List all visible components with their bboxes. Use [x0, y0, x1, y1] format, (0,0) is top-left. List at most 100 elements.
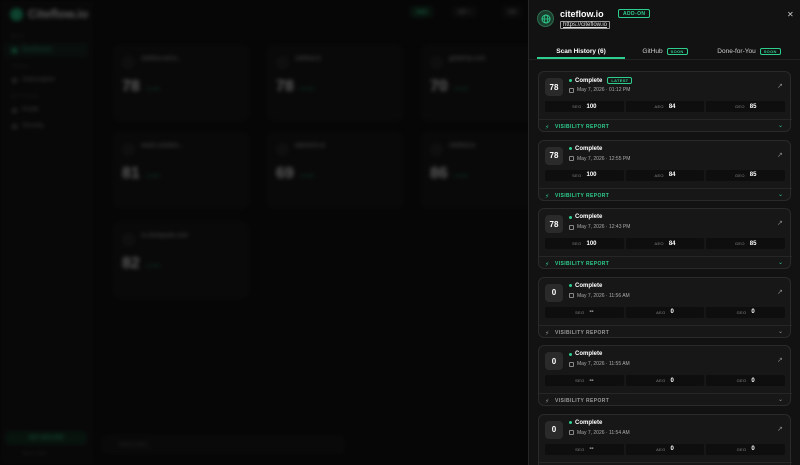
latest-badge: LATEST — [607, 77, 633, 84]
open-arrow-icon[interactable]: ↗ — [777, 82, 783, 90]
scan-metrics: SEO 100 AEO 84 GEO 85 — [545, 169, 786, 181]
scan-card[interactable]: 0 Complete May 7, 2026 · 11:54 AM ↗ SEO -… — [538, 413, 792, 465]
scan-card[interactable]: 0 Complete May 7, 2026 · 11:56 AM ↗ SEO -… — [538, 276, 792, 339]
visibility-report-toggle[interactable]: ⚡ VISIBILITY REPORT ⌄ — [539, 393, 792, 407]
site-url-link[interactable]: https://citeflow.io — [560, 21, 611, 29]
scan-score: 78 — [545, 78, 563, 96]
status-dot-icon — [569, 79, 572, 82]
scan-metrics: SEO -- AEO 0 GEO 0 — [545, 443, 786, 455]
visibility-report-toggle[interactable]: ⚡ VISIBILITY REPORT ⌄ — [539, 461, 792, 465]
metric-label: GEO — [736, 446, 747, 452]
open-arrow-icon[interactable]: ↗ — [777, 219, 783, 227]
tab-scan-history[interactable]: Scan History (6) — [537, 44, 625, 59]
status-text: Complete — [575, 214, 603, 220]
scan-card[interactable]: 78 Complete May 7, 2026 · 12:43 PM ↗ SEO… — [538, 208, 792, 270]
modal-backdrop[interactable] — [0, 0, 528, 465]
metric-value: -- — [589, 377, 594, 384]
visibility-report-label: VISIBILITY REPORT — [555, 261, 610, 267]
visibility-report-toggle[interactable]: ⚡ VISIBILITY REPORT ⌄ — [539, 324, 792, 339]
metric-value: 0 — [670, 446, 674, 452]
scan-status: Complete LATEST — [569, 77, 633, 84]
metric-seo: SEO 100 — [545, 101, 624, 112]
metric-label: AEO — [654, 172, 664, 178]
metric-seo: SEO 100 — [545, 238, 624, 249]
scan-score: 0 — [545, 283, 563, 302]
scan-date: May 7, 2026 · 12:55 PM — [569, 156, 630, 162]
status-dot-icon — [569, 215, 572, 219]
visibility-report-toggle[interactable]: ⚡ VISIBILITY REPORT ⌄ — [539, 187, 792, 202]
metric-label: AEO — [656, 309, 666, 315]
status-dot-icon — [569, 352, 572, 356]
tab-github[interactable]: GitHub SOON — [625, 44, 705, 59]
open-arrow-icon[interactable]: ↗ — [777, 356, 783, 364]
metric-value: -- — [589, 446, 594, 452]
metric-geo: GEO 85 — [706, 238, 786, 249]
calendar-icon — [569, 430, 574, 435]
scan-status: Complete — [569, 351, 602, 357]
addon-badge: ADD-ON — [618, 9, 651, 18]
metric-aeo: AEO 0 — [625, 375, 705, 386]
scan-card[interactable]: 0 Complete May 7, 2026 · 11:55 AM ↗ SEO -… — [538, 345, 792, 407]
open-arrow-icon[interactable]: ↗ — [777, 151, 783, 159]
scan-score: 0 — [545, 352, 563, 370]
metric-label: SEO — [575, 378, 585, 383]
sparkle-icon: ⚡ — [545, 125, 550, 131]
panel-tabs: Scan History (6) GitHub SOON Done-for-Yo… — [537, 44, 793, 59]
metric-value: 0 — [751, 377, 755, 384]
metric-value: 85 — [749, 240, 757, 247]
tabs-divider — [529, 59, 800, 60]
scan-score: 0 — [545, 420, 563, 439]
sparkle-icon: ⚡ — [545, 262, 550, 268]
site-name: citeflow.io — [560, 9, 604, 19]
scan-score: 78 — [545, 215, 563, 233]
scan-date: May 7, 2026 · 11:54 AM — [569, 430, 630, 436]
scan-card[interactable]: 78 Complete LATEST May 7, 2026 · 01:12 P… — [538, 71, 792, 133]
metric-seo: SEO 100 — [545, 169, 624, 181]
date-text: May 7, 2026 · 12:43 PM — [577, 224, 631, 230]
metric-label: SEO — [575, 446, 585, 452]
metric-geo: GEO 85 — [706, 101, 786, 112]
close-icon[interactable]: ✕ — [787, 10, 794, 19]
scan-status: Complete — [569, 283, 602, 289]
metric-value: 100 — [586, 103, 597, 110]
open-arrow-icon[interactable]: ↗ — [777, 425, 783, 433]
metric-geo: GEO 0 — [706, 375, 786, 386]
visibility-report-toggle[interactable]: ⚡ VISIBILITY REPORT ⌄ — [539, 256, 792, 270]
chevron-down-icon: ⌄ — [778, 191, 784, 198]
metric-value: 84 — [668, 240, 676, 247]
metric-label: SEO — [575, 309, 585, 315]
scan-card[interactable]: 78 Complete May 7, 2026 · 12:55 PM ↗ SEO… — [538, 139, 792, 202]
status-text: Complete — [575, 145, 603, 152]
visibility-report-toggle[interactable]: ⚡ VISIBILITY REPORT ⌄ — [539, 119, 792, 133]
open-arrow-icon[interactable]: ↗ — [777, 288, 783, 296]
metric-label: AEO — [656, 378, 666, 383]
visibility-report-label: VISIBILITY REPORT — [555, 124, 610, 130]
status-dot-icon — [569, 284, 572, 287]
metric-geo: GEO 85 — [706, 169, 786, 181]
metric-label: SEO — [572, 241, 582, 246]
sparkle-icon: ⚡ — [545, 399, 550, 405]
calendar-icon — [569, 87, 574, 93]
date-text: May 7, 2026 · 11:56 AM — [577, 292, 630, 299]
status-text: Complete — [575, 282, 603, 289]
metric-geo: GEO 0 — [706, 443, 786, 455]
metric-value: 100 — [586, 172, 597, 178]
metric-value: 0 — [670, 377, 674, 384]
date-text: May 7, 2026 · 11:54 AM — [577, 429, 630, 436]
metric-value: 85 — [749, 172, 757, 178]
tab-label: GitHub — [642, 48, 663, 55]
metric-label: GEO — [734, 104, 745, 109]
scan-date: May 7, 2026 · 01:12 PM — [569, 87, 630, 93]
scan-metrics: SEO 100 AEO 84 GEO 85 — [545, 238, 786, 249]
tab-done-for-you[interactable]: Done-for-You SOON — [705, 44, 793, 59]
status-text: Complete — [575, 77, 603, 84]
calendar-icon — [569, 156, 574, 161]
status-dot-icon — [569, 421, 572, 424]
date-text: May 7, 2026 · 01:12 PM — [577, 87, 631, 93]
metric-label: GEO — [734, 172, 745, 178]
metric-aeo: AEO 0 — [625, 443, 705, 455]
visibility-report-label: VISIBILITY REPORT — [555, 329, 610, 336]
calendar-icon — [569, 224, 574, 230]
scan-date: May 7, 2026 · 11:56 AM — [569, 293, 630, 299]
date-text: May 7, 2026 · 11:55 AM — [577, 361, 630, 367]
